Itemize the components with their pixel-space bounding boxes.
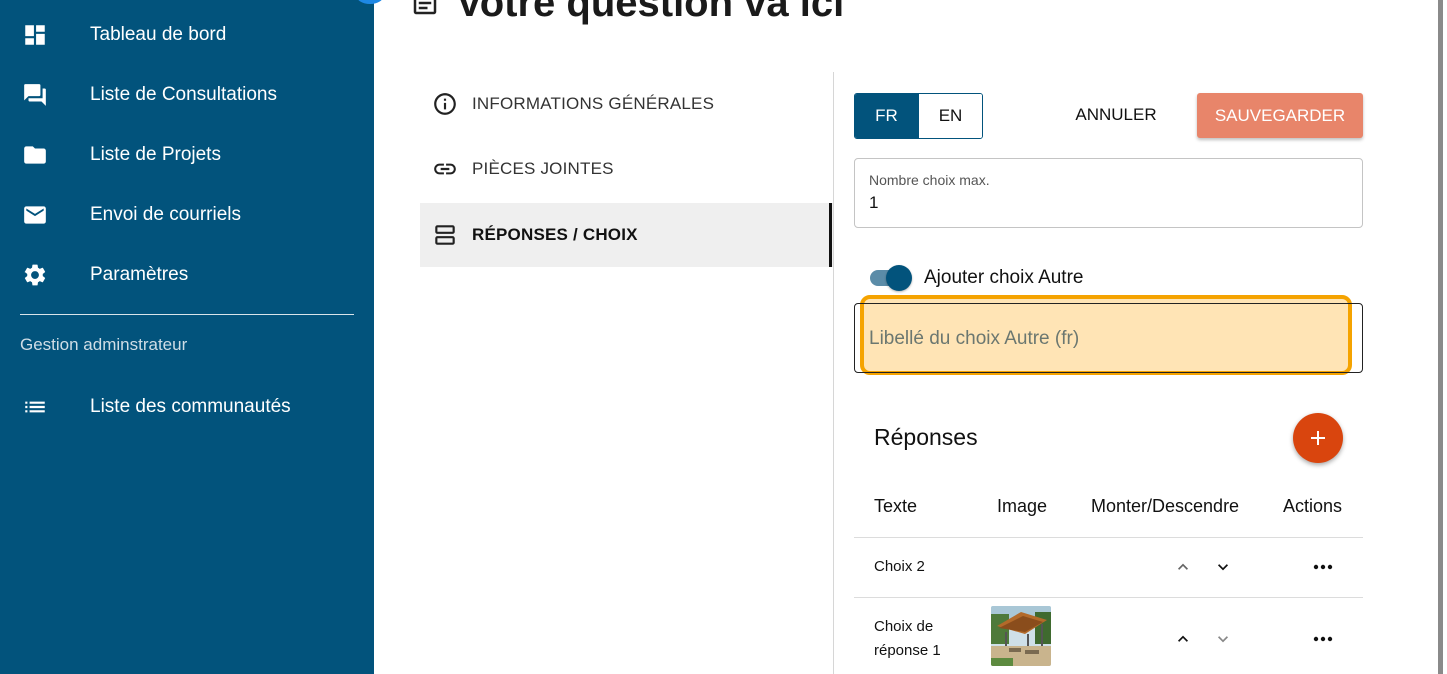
response-text-line-2: réponse 1 [874,642,941,659]
more-horizontal-icon [1313,564,1333,570]
other-choice-toggle-label: Ajouter choix Autre [924,267,1084,288]
sidebar: Tableau de bord Liste de Consultations L… [0,0,384,674]
table-header-divider [854,537,1363,538]
list-icon [22,394,48,420]
move-down-button[interactable] [1213,629,1233,649]
sidebar-section-title: Gestion adminstrateur [20,335,188,354]
more-horizontal-icon [1313,636,1333,642]
sidebar-item-communities[interactable]: Liste des communautés [0,382,374,432]
info-icon [432,91,458,117]
save-button[interactable]: SAUVEGARDER [1197,93,1363,138]
language-toggle: FR EN [854,93,983,139]
column-header-actions: Actions [1283,496,1343,516]
toggle-knob [886,265,912,291]
notification-badge [356,0,384,4]
chevron-down-icon [1218,564,1228,571]
mail-icon [22,202,48,228]
lang-en-button[interactable]: EN [918,94,982,138]
dashboard-icon [22,22,48,48]
chevron-up-icon [1178,563,1188,570]
row-actions-button[interactable] [1311,557,1335,577]
response-text: Choix 2 [874,558,925,575]
active-tab-indicator [829,203,832,267]
view-agenda-icon [432,222,458,248]
sidebar-item-projects[interactable]: Liste de Projets [0,130,374,180]
move-up-button[interactable] [1173,629,1193,649]
sidebar-item-emails[interactable]: Envoi de courriels [0,190,374,240]
column-header-text: Texte [874,496,918,516]
other-choice-toggle[interactable] [868,265,912,291]
max-choices-value: 1 [869,193,879,212]
sidebar-divider [20,314,354,315]
column-header-order: Monter/Descendre [1091,496,1240,516]
move-up-button[interactable] [1173,557,1193,577]
add-response-button[interactable] [1293,413,1343,463]
panel-divider [833,72,834,674]
sidebar-item-consultations[interactable]: Liste de Consultations [0,70,374,120]
chevron-down-icon [1218,636,1228,643]
tab-label: INFORMATIONS GÉNÉRALES [472,94,715,113]
max-choices-label: Nombre choix max. [869,172,990,188]
tab-label: RÉPONSES / CHOIX [472,225,638,244]
other-choice-label-field[interactable] [854,303,1363,373]
page-header: Votre question va ici [410,0,845,25]
sidebar-item-settings[interactable]: Paramètres [0,250,374,300]
response-image-thumbnail [991,606,1051,666]
forum-icon [22,82,48,108]
tab-responses[interactable]: RÉPONSES / CHOIX [420,203,834,267]
gear-icon [22,262,48,288]
cancel-button[interactable]: ANNULER [1058,93,1174,137]
tab-general-info[interactable]: INFORMATIONS GÉNÉRALES [420,72,834,136]
sidebar-item-label: Liste de Projets [90,144,221,165]
row-actions-button[interactable] [1311,629,1335,649]
sidebar-item-label: Liste de Consultations [90,84,277,105]
document-icon [410,0,440,18]
response-text-line-1: Choix de [874,618,934,635]
pergola-photo [991,606,1051,666]
tab-label: PIÈCES JOINTES [472,159,614,178]
sidebar-item-label: Paramètres [90,264,189,285]
scrollbar-thumb[interactable] [1438,0,1443,674]
plus-icon [1311,431,1325,445]
sidebar-item-label: Liste des communautés [90,396,291,417]
responses-title: Réponses [874,424,978,450]
chevron-up-icon [1178,635,1188,642]
other-choice-label-input[interactable] [867,322,1341,356]
sidebar-item-dashboard[interactable]: Tableau de bord [0,10,374,60]
max-choices-field[interactable]: Nombre choix max. 1 [854,158,1363,228]
folder-icon [22,142,48,168]
page-title: Votre question va ici [456,0,845,25]
column-header-image: Image [997,496,1048,516]
link-icon [432,156,458,182]
sidebar-item-label: Envoi de courriels [90,204,242,225]
sidebar-item-label: Tableau de bord [90,24,227,45]
lang-fr-button[interactable]: FR [855,94,918,138]
row-divider [854,597,1363,598]
move-down-button[interactable] [1213,557,1233,577]
tab-attachments[interactable]: PIÈCES JOINTES [420,137,834,201]
